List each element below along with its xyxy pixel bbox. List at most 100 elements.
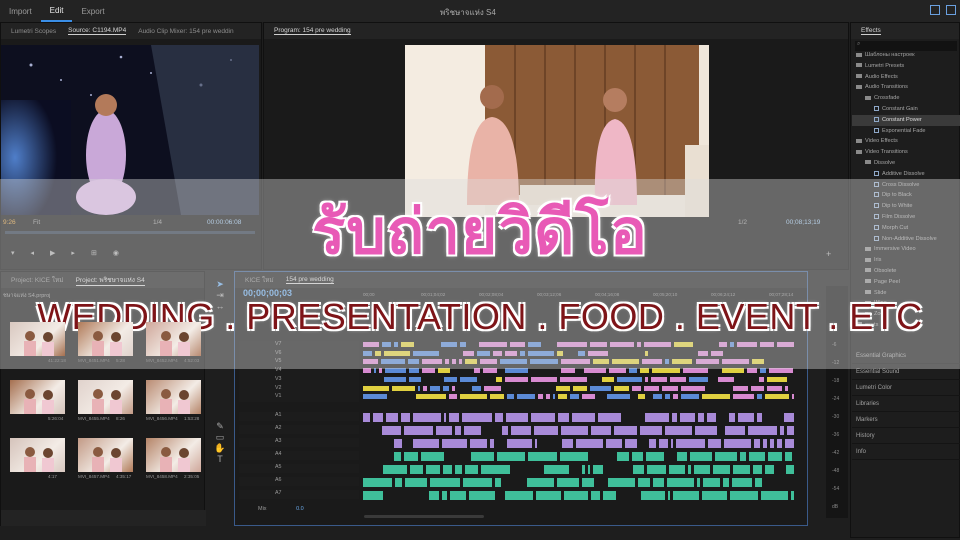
timeline-scrollbar[interactable]	[364, 515, 484, 518]
timeline-clip[interactable]	[675, 451, 688, 462]
timeline-clip[interactable]	[529, 375, 559, 383]
timeline-clip[interactable]	[442, 412, 447, 423]
timeline-clip[interactable]	[428, 384, 442, 392]
timeline-clip[interactable]	[393, 477, 403, 488]
timeline-clip[interactable]	[448, 490, 467, 501]
timeline-clip[interactable]	[362, 393, 388, 401]
timeline-clip[interactable]	[645, 451, 666, 462]
track-header[interactable]: A7	[239, 490, 359, 499]
timeline-clip[interactable]	[783, 412, 795, 423]
timeline-clip[interactable]	[440, 490, 448, 501]
timeline-clip[interactable]	[666, 490, 672, 501]
timeline-clip[interactable]	[723, 438, 752, 449]
timeline-clip[interactable]	[649, 375, 668, 383]
timeline-clip[interactable]	[668, 375, 688, 383]
timeline-clip[interactable]	[559, 375, 589, 383]
timeline-clip[interactable]	[443, 375, 459, 383]
timeline-clip[interactable]	[696, 477, 701, 488]
timeline-clip[interactable]	[399, 412, 411, 423]
timeline-clip[interactable]	[643, 375, 649, 383]
timeline-clip[interactable]	[382, 464, 408, 475]
timeline-clip[interactable]	[415, 393, 447, 401]
pen-tool-icon[interactable]: ✎	[208, 421, 232, 432]
timeline-clip[interactable]	[571, 384, 589, 392]
timeline-clip[interactable]	[692, 464, 711, 475]
project-clip-thumbnail[interactable]	[78, 380, 133, 414]
timeline-clip[interactable]	[615, 375, 643, 383]
timeline-clip[interactable]	[560, 425, 589, 436]
track-header[interactable]: A5	[239, 464, 359, 473]
timeline-clip[interactable]	[416, 384, 422, 392]
timeline-clip[interactable]	[569, 393, 581, 401]
track-header[interactable]: V2	[239, 384, 359, 394]
timeline-clip[interactable]	[544, 393, 552, 401]
timeline-clip[interactable]	[493, 412, 504, 423]
timeline-clip[interactable]	[785, 425, 795, 436]
menu-edit[interactable]: Edit	[40, 0, 73, 22]
timeline-clip[interactable]	[592, 464, 605, 475]
timeline-clip[interactable]	[754, 477, 764, 488]
timeline-clip[interactable]	[763, 464, 776, 475]
timeline-clip[interactable]	[586, 464, 592, 475]
timeline-clip[interactable]	[509, 425, 533, 436]
tab-effects[interactable]: Effects	[861, 27, 881, 35]
effects-item[interactable]: Video Transitions	[852, 147, 960, 158]
timeline-clip[interactable]	[636, 477, 651, 488]
timeline-clip[interactable]	[468, 438, 488, 449]
timeline-clip[interactable]	[779, 425, 785, 436]
timeline-clip[interactable]	[729, 490, 760, 501]
timeline-clip[interactable]	[701, 490, 729, 501]
timeline-clip[interactable]	[381, 425, 403, 436]
timeline-clip[interactable]	[470, 451, 495, 462]
timeline-clip[interactable]	[601, 490, 618, 501]
timeline-clip[interactable]	[701, 477, 721, 488]
timeline-clip[interactable]	[581, 477, 596, 488]
timeline-clip[interactable]	[429, 477, 461, 488]
effects-item[interactable]: Additive Dissolve	[852, 169, 960, 180]
timeline-clip[interactable]	[645, 464, 667, 475]
timeline-clip[interactable]	[783, 451, 794, 462]
timeline-clip[interactable]	[643, 384, 661, 392]
timeline-clip[interactable]	[447, 412, 461, 423]
timeline-clip[interactable]	[515, 393, 537, 401]
timeline-clip[interactable]	[750, 384, 766, 392]
timeline-clip[interactable]	[657, 438, 670, 449]
effects-item[interactable]: Lumetri Presets	[852, 61, 960, 72]
effects-item[interactable]: Dissolve	[852, 158, 960, 169]
timeline-clip[interactable]	[775, 438, 784, 449]
timeline-clip[interactable]	[563, 490, 590, 501]
timeline-clip[interactable]	[488, 438, 496, 449]
timeline-clip[interactable]	[764, 393, 790, 401]
timeline-clip[interactable]	[661, 384, 680, 392]
timeline-clip[interactable]	[607, 477, 636, 488]
timeline-clip[interactable]	[408, 464, 425, 475]
timeline-clip[interactable]	[790, 393, 795, 401]
timeline-clip[interactable]	[390, 384, 416, 392]
timeline-clip[interactable]	[529, 412, 557, 423]
timeline-clip[interactable]	[713, 451, 739, 462]
timeline-clip[interactable]	[731, 464, 752, 475]
share-icon[interactable]	[946, 5, 956, 15]
timeline-clip[interactable]	[362, 384, 390, 392]
timeline-clip[interactable]	[501, 425, 509, 436]
timeline-clip[interactable]	[503, 375, 529, 383]
timeline-clip[interactable]	[362, 490, 384, 501]
timeline-clip[interactable]	[727, 412, 737, 423]
timeline-clip[interactable]	[679, 412, 696, 423]
timeline-clip[interactable]	[688, 451, 713, 462]
timeline-clip[interactable]	[675, 438, 706, 449]
timeline-clip[interactable]	[383, 375, 408, 383]
timeline-clip[interactable]	[434, 425, 453, 436]
timeline-clip[interactable]	[371, 412, 385, 423]
timeline-clip[interactable]	[667, 464, 686, 475]
timeline-clip[interactable]	[570, 412, 596, 423]
timeline-clip[interactable]	[494, 375, 503, 383]
workspace-icon[interactable]	[930, 5, 940, 15]
timeline-clip[interactable]	[631, 384, 643, 392]
timeline-clip[interactable]	[671, 412, 679, 423]
timeline-clip[interactable]	[785, 464, 795, 475]
track-header[interactable]: V3	[239, 375, 359, 385]
timeline-clip[interactable]	[672, 393, 679, 401]
timeline-clip[interactable]	[552, 393, 557, 401]
type-tool-icon[interactable]: T	[208, 454, 232, 464]
